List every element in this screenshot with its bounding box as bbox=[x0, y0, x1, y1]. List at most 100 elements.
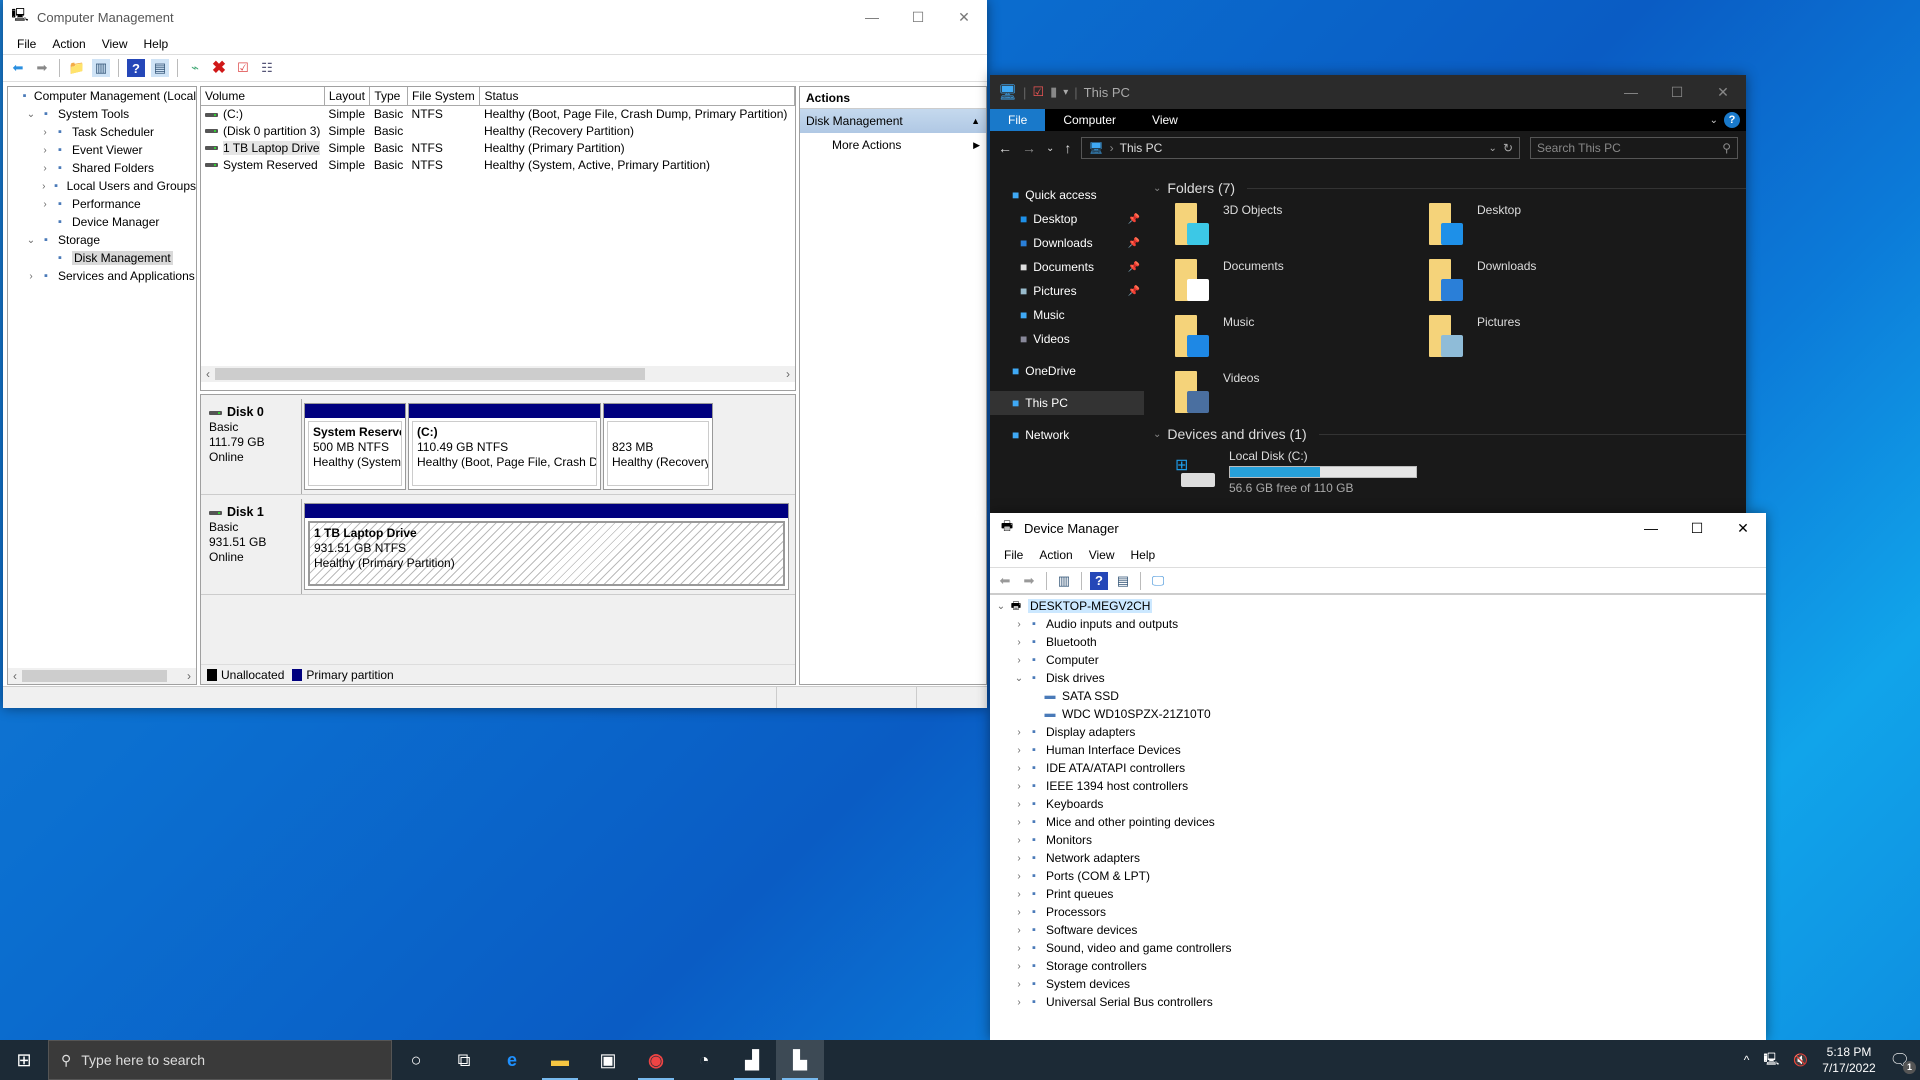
tree-item[interactable]: › ▪ Task Scheduler bbox=[8, 123, 196, 141]
connect-icon[interactable]: ⌁ bbox=[186, 59, 204, 77]
show-hide-console-tree-icon[interactable]: ▥ bbox=[1055, 572, 1073, 590]
collapsed-chevron-icon[interactable]: › bbox=[1012, 745, 1026, 756]
collapsed-chevron-icon[interactable]: › bbox=[1012, 907, 1026, 918]
pin-icon[interactable]: 📌 bbox=[1128, 238, 1140, 249]
table-row[interactable]: (C:) Simple Basic NTFS Healthy (Boot, Page F… bbox=[201, 105, 795, 122]
device-tree-item[interactable]: › ▪ System devices bbox=[994, 975, 1766, 993]
volume-horizontal-scrollbar[interactable]: ‹ › bbox=[201, 366, 795, 382]
address-bar[interactable]: 🖥 › This PC ⌄ ↻ bbox=[1081, 137, 1520, 159]
show-hide-action-pane-icon[interactable]: ▤ bbox=[1114, 572, 1132, 590]
device-tree-item[interactable]: › ▪ Mice and other pointing devices bbox=[994, 813, 1766, 831]
collapsed-chevron-icon[interactable]: › bbox=[1012, 799, 1026, 810]
scan-hardware-icon[interactable]: 🖵 bbox=[1149, 572, 1167, 590]
column-header[interactable]: File System bbox=[407, 87, 481, 106]
device-tree-item[interactable]: ⌄ ▪ Disk drives bbox=[994, 669, 1766, 687]
tree-horizontal-scrollbar[interactable]: ‹ › bbox=[8, 668, 196, 684]
device-tree-item[interactable]: › ▪ Keyboards bbox=[994, 795, 1766, 813]
folder-item[interactable]: Pictures bbox=[1429, 311, 1683, 367]
folder-item[interactable]: Music bbox=[1175, 311, 1429, 367]
scroll-right-icon[interactable]: › bbox=[182, 669, 196, 683]
collapsed-chevron-icon[interactable]: › bbox=[38, 127, 52, 138]
folder-item[interactable]: Videos bbox=[1175, 367, 1429, 423]
nav-item[interactable]: ■ Quick access bbox=[990, 183, 1144, 207]
properties-icon[interactable]: ☑ bbox=[1032, 84, 1044, 100]
nav-item[interactable]: ■ OneDrive bbox=[990, 359, 1144, 383]
forward-icon[interactable]: ➡ bbox=[33, 59, 51, 77]
checklist-icon[interactable]: ☷ bbox=[258, 59, 276, 77]
taskbar-device-manager-button[interactable]: ▙ bbox=[776, 1040, 824, 1080]
menu-view[interactable]: View bbox=[1089, 548, 1115, 562]
device-tree-item[interactable]: › ▪ Audio inputs and outputs bbox=[994, 615, 1766, 633]
nav-item[interactable]: ■ Documents 📌 bbox=[990, 255, 1144, 279]
close-button[interactable]: ✕ bbox=[941, 0, 987, 34]
collapsed-chevron-icon[interactable]: › bbox=[1012, 997, 1026, 1008]
forward-icon[interactable]: ➡ bbox=[1020, 572, 1038, 590]
folder-item[interactable]: 3D Objects bbox=[1175, 199, 1429, 255]
device-tree-item[interactable]: › ▪ Processors bbox=[994, 903, 1766, 921]
device-tree-item[interactable]: › ▪ Computer bbox=[994, 651, 1766, 669]
device-tree-item[interactable]: › ▪ Sound, video and game controllers bbox=[994, 939, 1766, 957]
column-header[interactable]: Layout bbox=[324, 87, 371, 106]
collapsed-chevron-icon[interactable]: › bbox=[1012, 943, 1026, 954]
collapsed-chevron-icon[interactable]: › bbox=[1012, 727, 1026, 738]
device-tree-item[interactable]: › ▪ Print queues bbox=[994, 885, 1766, 903]
ribbon-tab-computer[interactable]: Computer bbox=[1045, 109, 1134, 131]
scroll-left-icon[interactable]: ‹ bbox=[201, 367, 215, 381]
device-tree-item[interactable]: › ▪ Storage controllers bbox=[994, 957, 1766, 975]
device-tree-item[interactable]: › ▪ Display adapters bbox=[994, 723, 1766, 741]
tree-item[interactable]: ⌄ ▪ Storage bbox=[8, 231, 196, 249]
collapse-icon[interactable]: ▲ bbox=[971, 116, 980, 126]
recent-locations-icon[interactable]: ⌄ bbox=[1046, 143, 1054, 154]
refresh-icon[interactable]: ↻ bbox=[1503, 141, 1513, 155]
maximize-button[interactable]: ☐ bbox=[1674, 513, 1720, 543]
expanded-chevron-icon[interactable]: ⌄ bbox=[24, 235, 38, 246]
menu-file[interactable]: File bbox=[17, 37, 36, 51]
close-button[interactable]: ✕ bbox=[1720, 513, 1766, 543]
ribbon-tab-file[interactable]: File bbox=[990, 109, 1046, 131]
minimize-button[interactable]: — bbox=[1628, 513, 1674, 543]
collapsed-chevron-icon[interactable]: › bbox=[1012, 871, 1026, 882]
scroll-left-icon[interactable]: ‹ bbox=[8, 669, 22, 683]
expanded-chevron-icon[interactable]: ⌄ bbox=[1012, 673, 1026, 684]
folders-group-header[interactable]: ⌄ Folders (7) bbox=[1153, 177, 1746, 199]
device-tree-item[interactable]: ▬ WDC WD10SPZX-21Z10T0 bbox=[994, 705, 1766, 723]
device-tree-item[interactable]: › ▪ IEEE 1394 host controllers bbox=[994, 777, 1766, 795]
nav-item[interactable]: ■ Music bbox=[990, 303, 1144, 327]
search-input[interactable]: Search This PC ⚲ bbox=[1530, 137, 1738, 159]
nav-item[interactable]: ■ Downloads 📌 bbox=[990, 231, 1144, 255]
back-icon[interactable]: ⬅ bbox=[996, 572, 1014, 590]
device-tree-item[interactable]: ▬ SATA SSD bbox=[994, 687, 1766, 705]
nav-item[interactable]: ■ Network bbox=[990, 423, 1144, 447]
device-tree-item[interactable]: › ▪ Ports (COM & LPT) bbox=[994, 867, 1766, 885]
maximize-button[interactable]: ☐ bbox=[895, 0, 941, 34]
collapsed-chevron-icon[interactable]: › bbox=[1012, 655, 1026, 666]
nav-item[interactable]: ■ Videos bbox=[990, 327, 1144, 351]
volume-muted-icon[interactable]: 🔇 bbox=[1793, 1053, 1808, 1067]
pin-icon[interactable]: 📌 bbox=[1128, 262, 1140, 273]
taskbar-edge-button[interactable]: e bbox=[488, 1040, 536, 1080]
collapsed-chevron-icon[interactable]: › bbox=[38, 181, 49, 192]
partition-block[interactable]: System Reserve 500 MB NTFS Healthy (System… bbox=[304, 403, 406, 490]
start-button[interactable]: ⊞ bbox=[0, 1040, 48, 1080]
pin-icon[interactable]: 📌 bbox=[1128, 286, 1140, 297]
tree-item[interactable]: ⌄ ▪ System Tools bbox=[8, 105, 196, 123]
column-header[interactable]: Volume bbox=[201, 87, 325, 106]
menu-action[interactable]: Action bbox=[1039, 548, 1072, 562]
expanded-chevron-icon[interactable]: ⌄ bbox=[24, 109, 38, 120]
help-icon[interactable]: ? bbox=[1724, 109, 1746, 131]
show-hidden-icons-icon[interactable]: ^ bbox=[1744, 1053, 1750, 1067]
taskbar-file-explorer-button[interactable]: ▬ bbox=[536, 1040, 584, 1080]
scroll-right-icon[interactable]: › bbox=[781, 367, 795, 381]
taskbar-store-button[interactable]: ▣ bbox=[584, 1040, 632, 1080]
tree-item[interactable]: › ▪ Services and Applications bbox=[8, 267, 196, 285]
ribbon-tab-view[interactable]: View bbox=[1134, 109, 1196, 131]
collapsed-chevron-icon[interactable]: › bbox=[1012, 925, 1026, 936]
device-tree-item[interactable]: › ▪ Human Interface Devices bbox=[994, 741, 1766, 759]
collapsed-chevron-icon[interactable]: › bbox=[1012, 961, 1026, 972]
back-icon[interactable]: ← bbox=[998, 140, 1012, 156]
address-dropdown-icon[interactable]: ⌄ bbox=[1489, 143, 1497, 154]
expand-ribbon-icon[interactable]: ⌄ bbox=[1704, 109, 1724, 131]
device-tree-item[interactable]: › ▪ Bluetooth bbox=[994, 633, 1766, 651]
taskbar-search-box[interactable]: ⚲ Type here to search bbox=[48, 1040, 392, 1080]
network-icon[interactable]: 🖳 bbox=[1763, 1050, 1779, 1071]
